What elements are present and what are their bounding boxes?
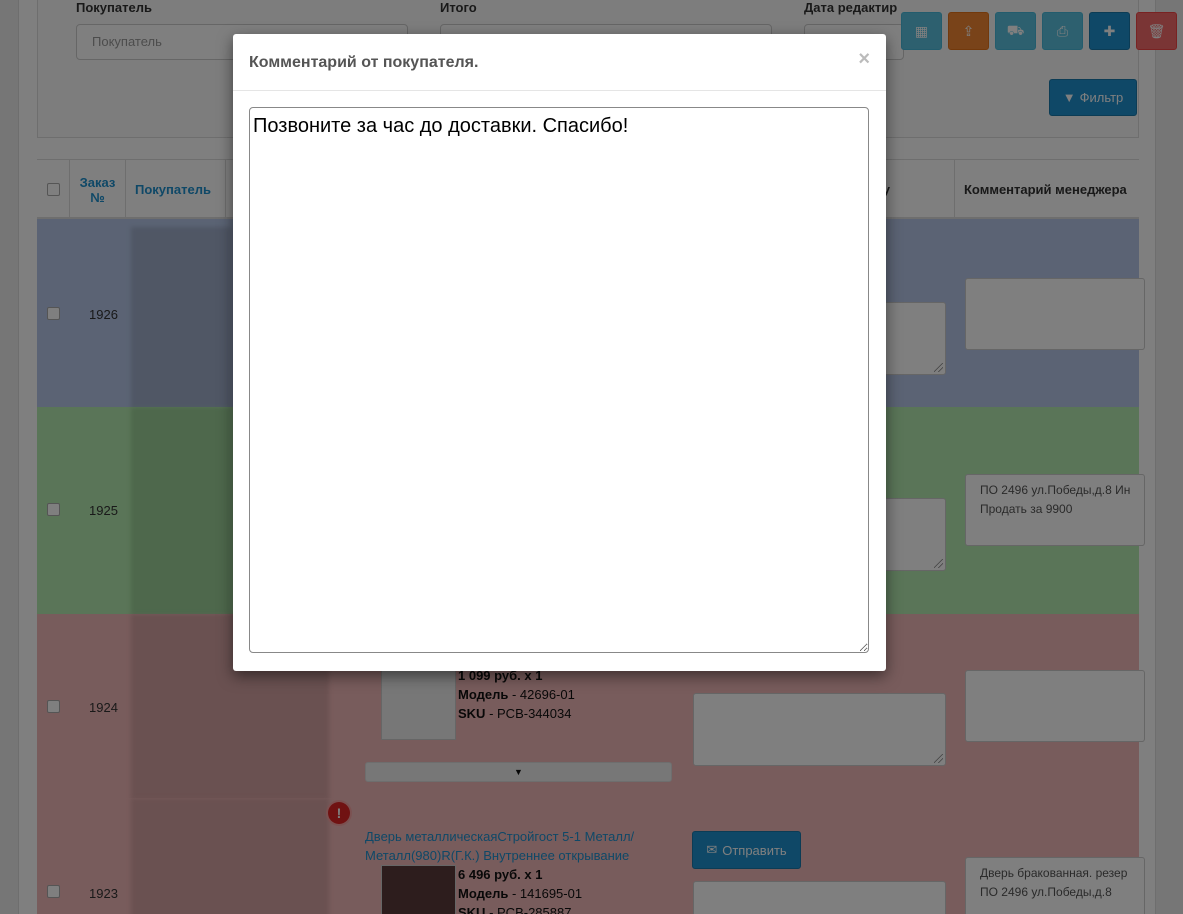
buyer-comment-textarea[interactable]: Позвоните за час до доставки. Спасибо! bbox=[249, 107, 869, 653]
modal-header: Комментарий от покупателя. × bbox=[233, 34, 886, 91]
modal-title: Комментарий от покупателя. bbox=[249, 54, 479, 71]
buyer-comment-modal: Комментарий от покупателя. × Позвоните з… bbox=[233, 34, 886, 671]
close-icon[interactable]: × bbox=[858, 48, 870, 71]
